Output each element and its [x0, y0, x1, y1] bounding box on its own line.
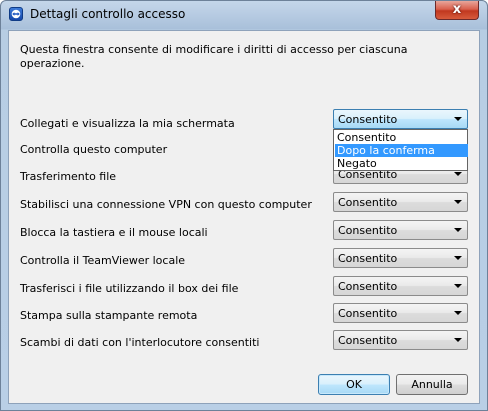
dialog-content: Questa finestra consente di modificare i… — [8, 30, 480, 404]
select-value: Consentito — [338, 334, 398, 347]
select-file-box[interactable]: Consentito — [333, 276, 468, 296]
chevron-down-icon — [454, 228, 462, 232]
chevron-down-icon — [454, 311, 462, 315]
label-remote-print: Stampa sulla stampante remota — [20, 309, 198, 322]
select-value: Consentito — [338, 196, 398, 209]
dropdown-list: Consentito Dopo la conferma Negato — [333, 129, 468, 171]
label-vpn: Stabilisci una connessione VPN con quest… — [20, 198, 312, 211]
select-remote-print[interactable]: Consentito — [333, 303, 468, 323]
label-data-exchange: Scambi di dati con l'interlocutore conse… — [20, 336, 260, 349]
label-file-transfer: Trasferimento file — [20, 170, 117, 183]
select-value: Consentito — [338, 252, 398, 265]
chevron-down-icon — [454, 172, 462, 176]
label-control-teamviewer: Controlla il TeamViewer locale — [20, 254, 186, 267]
select-view-screen[interactable]: Consentito — [333, 109, 468, 129]
label-lock-input: Blocca la tastiera e il mouse locali — [20, 226, 208, 239]
close-button[interactable]: x — [435, 1, 479, 20]
select-control-teamviewer[interactable]: Consentito — [333, 248, 468, 268]
select-value: Consentito — [338, 224, 398, 237]
select-vpn[interactable]: Consentito — [333, 192, 468, 212]
chevron-down-icon — [454, 284, 462, 288]
description-text: Questa finestra consente di modificare i… — [20, 43, 408, 70]
chevron-down-icon — [454, 256, 462, 260]
label-file-box: Trasferisci i file utilizzando il box de… — [20, 282, 239, 295]
option-denied[interactable]: Negato — [335, 157, 468, 170]
select-data-exchange[interactable]: Consentito — [333, 330, 468, 350]
chevron-down-icon — [454, 117, 462, 121]
option-allowed[interactable]: Consentito — [335, 131, 468, 144]
select-value: Consentito — [338, 307, 398, 320]
label-view-screen: Collegati e visualizza la mia schermata — [20, 117, 235, 130]
chevron-down-icon — [454, 338, 462, 342]
option-after-confirmation[interactable]: Dopo la conferma — [335, 144, 468, 157]
label-control-computer: Controlla questo computer — [20, 143, 168, 156]
select-lock-input[interactable]: Consentito — [333, 220, 468, 240]
cancel-button[interactable]: Annulla — [396, 374, 468, 395]
ok-button[interactable]: OK — [318, 374, 390, 395]
teamviewer-icon — [9, 7, 23, 21]
select-value: Consentito — [338, 113, 398, 126]
select-value: Consentito — [338, 280, 398, 293]
dialog-window: Dettagli controllo accesso x Questa fine… — [0, 0, 488, 411]
chevron-down-icon — [454, 200, 462, 204]
title-bar[interactable]: Dettagli controllo accesso x — [1, 1, 487, 29]
close-icon: x — [452, 2, 462, 17]
window-title: Dettagli controllo accesso — [30, 7, 186, 21]
